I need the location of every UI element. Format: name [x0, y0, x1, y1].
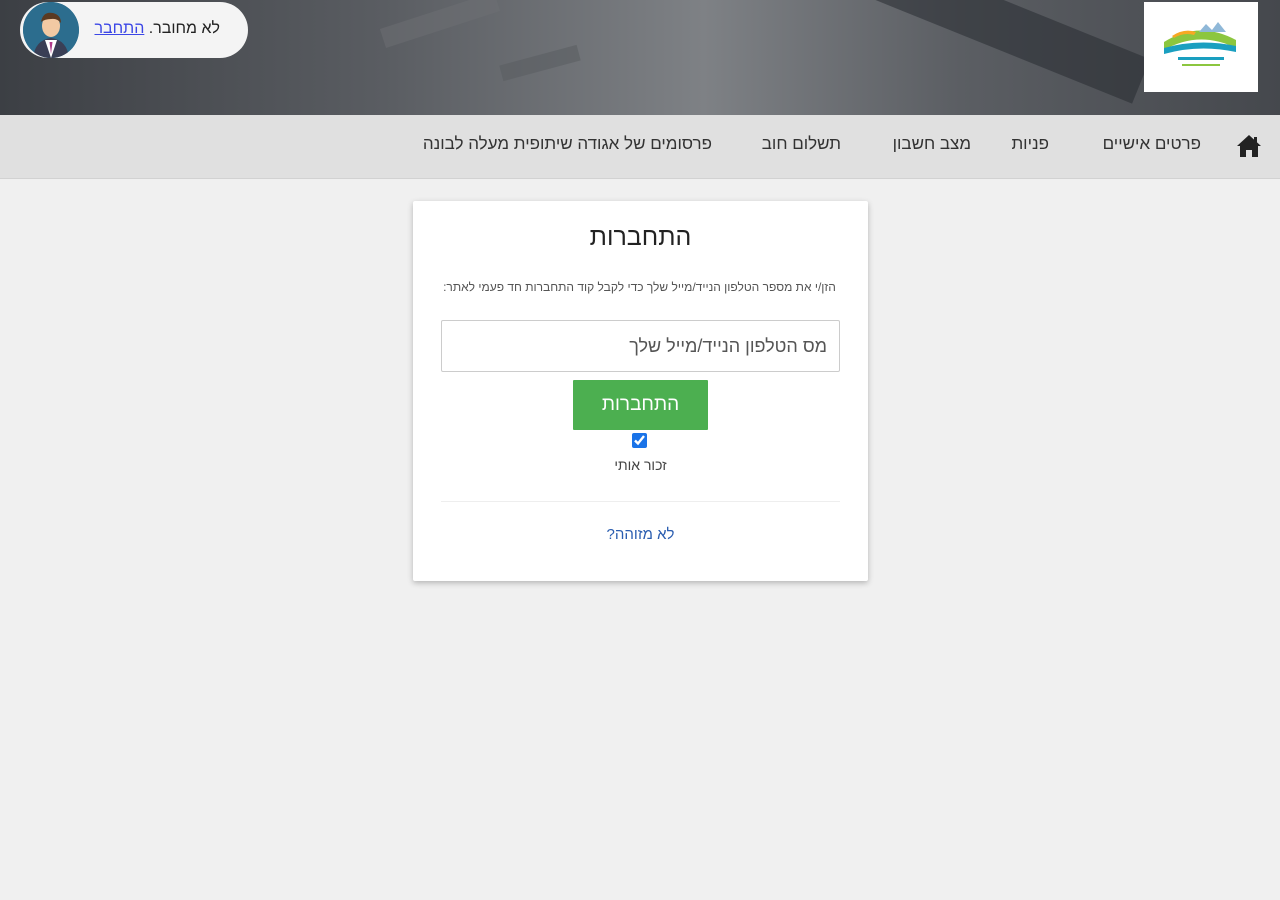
remember-me-checkbox[interactable]	[632, 433, 647, 448]
nav-item-personal-details[interactable]: פרטים אישיים	[1103, 134, 1201, 154]
login-button[interactable]: התחברות	[573, 380, 708, 430]
nav-item-debt-payment[interactable]: תשלום חוב	[762, 134, 841, 154]
login-title: התחברות	[589, 223, 692, 251]
card-divider	[441, 501, 840, 502]
nav-item-publications[interactable]: פרסומים של אגודה שיתופית מעלה לבונה	[423, 134, 712, 154]
header-banner: לא מחובר. התחבר	[0, 0, 1280, 115]
user-status: לא מחובר. התחבר	[94, 20, 220, 38]
home-icon[interactable]	[1236, 134, 1262, 158]
avatar	[23, 2, 79, 58]
login-card: התחברות הזן/י את מספר הטלפון הנייד/מייל …	[413, 201, 868, 581]
site-logo[interactable]	[1144, 2, 1258, 92]
nav-item-inquiries[interactable]: פניות	[1011, 134, 1049, 154]
login-instructions: הזן/י את מספר הטלפון הנייד/מייל שלך כדי …	[443, 280, 836, 294]
not-identified-link[interactable]: לא מזוהה?	[413, 526, 868, 543]
user-status-pill: לא מחובר. התחבר	[20, 2, 248, 58]
login-link[interactable]: התחבר	[94, 20, 144, 37]
user-avatar-icon	[23, 2, 79, 58]
user-status-text: לא מחובר.	[148, 20, 220, 37]
nav-item-account-status[interactable]: מצב חשבון	[893, 134, 971, 154]
maale-levona-logo-icon	[1164, 22, 1236, 66]
phone-email-input[interactable]	[441, 320, 840, 372]
main-navbar: פרטים אישיים פניות מצב חשבון תשלום חוב פ…	[0, 115, 1280, 179]
remember-me-label: זכור אותי	[614, 457, 667, 473]
